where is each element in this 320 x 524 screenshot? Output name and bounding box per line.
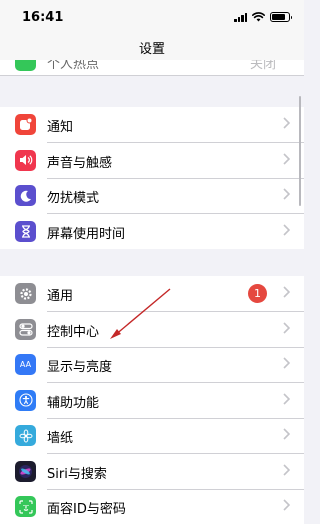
- settings-row-personal-hotspot[interactable]: 个人热点 关闭: [0, 60, 304, 76]
- battery-icon: [270, 12, 292, 22]
- hourglass-icon: [15, 220, 36, 242]
- scroll-indicator[interactable]: [298, 96, 301, 206]
- settings-row-label: 声音与触感: [47, 155, 113, 171]
- chevron-right-icon: [283, 188, 290, 200]
- settings-row-label: 控制中心: [47, 324, 100, 340]
- settings-row-display-brightness[interactable]: AA 显示与亮度: [0, 347, 304, 383]
- status-bar: 16:41: [0, 0, 304, 34]
- settings-row-face-id-passcode[interactable]: 面容ID与密码: [0, 489, 304, 524]
- moon-icon: [15, 185, 36, 206]
- settings-row-notifications[interactable]: 通知: [0, 107, 304, 143]
- settings-row-label: 屏幕使用时间: [47, 226, 126, 242]
- settings-row-label: 墙纸: [47, 431, 74, 446]
- settings-row-value: 关闭: [249, 60, 276, 72]
- settings-row-label: Siri与搜索: [47, 466, 107, 482]
- chevron-right-icon: [283, 428, 290, 440]
- settings-row-control-center[interactable]: 控制中心: [0, 312, 304, 347]
- chevron-right-icon: [283, 117, 290, 129]
- settings-row-screen-time[interactable]: 屏幕使用时间: [0, 214, 304, 250]
- text-size-icon-glyph: AA: [19, 360, 32, 369]
- toggle-switches-icon: [15, 318, 36, 340]
- settings-row-label: 通用: [47, 289, 74, 304]
- chevron-right-icon: [283, 223, 290, 236]
- chevron-right-icon: [283, 357, 290, 369]
- wifi-icon: [252, 12, 265, 22]
- notification-icon: [15, 114, 36, 135]
- navigation-bar: 设置: [0, 34, 304, 60]
- settings-row-general[interactable]: 通用 1: [0, 276, 304, 312]
- settings-group-notifications: 通知 声音与触感 勿扰模式 屏幕使用时间: [0, 107, 304, 249]
- speaker-icon: [15, 149, 36, 171]
- status-icons: [234, 12, 292, 22]
- chevron-right-icon: [283, 286, 290, 298]
- settings-row-label: 勿扰模式: [47, 191, 100, 206]
- chevron-right-icon: [283, 499, 290, 511]
- settings-row-label: 通知: [47, 120, 74, 135]
- status-time: 16:41: [22, 10, 64, 25]
- settings-row-accessibility[interactable]: 辅助功能: [0, 383, 304, 418]
- chevron-right-icon: [283, 321, 290, 334]
- hotspot-icon: [15, 60, 36, 71]
- text-size-icon: AA: [15, 354, 36, 375]
- settings-row-siri-search[interactable]: Siri与搜索: [0, 454, 304, 489]
- settings-row-sounds[interactable]: 声音与触感: [0, 143, 304, 178]
- chevron-right-icon: [283, 152, 290, 165]
- notification-badge: 1: [248, 284, 267, 303]
- page-title: 设置: [138, 42, 165, 57]
- chevron-right-icon: [283, 392, 290, 405]
- settings-row-label: 面容ID与密码: [47, 502, 126, 517]
- cellular-signal-icon: [234, 12, 247, 22]
- settings-row-wallpaper[interactable]: 墙纸: [0, 418, 304, 454]
- flower-icon: [15, 425, 36, 446]
- accessibility-icon: [15, 389, 36, 411]
- settings-row-label: 显示与亮度: [47, 360, 113, 375]
- face-id-icon: [15, 496, 36, 517]
- settings-group-general: 通用 1 控制中心 AA 显示与亮度 辅助功能 墙纸 Siri与搜索 面容ID与…: [0, 276, 304, 524]
- settings-row-label: 个人热点: [47, 60, 100, 72]
- settings-row-do-not-disturb[interactable]: 勿扰模式: [0, 178, 304, 214]
- settings-row-label: 辅助功能: [47, 395, 100, 411]
- gear-icon: [15, 283, 36, 304]
- siri-icon: [15, 460, 36, 482]
- chevron-right-icon: [283, 463, 290, 476]
